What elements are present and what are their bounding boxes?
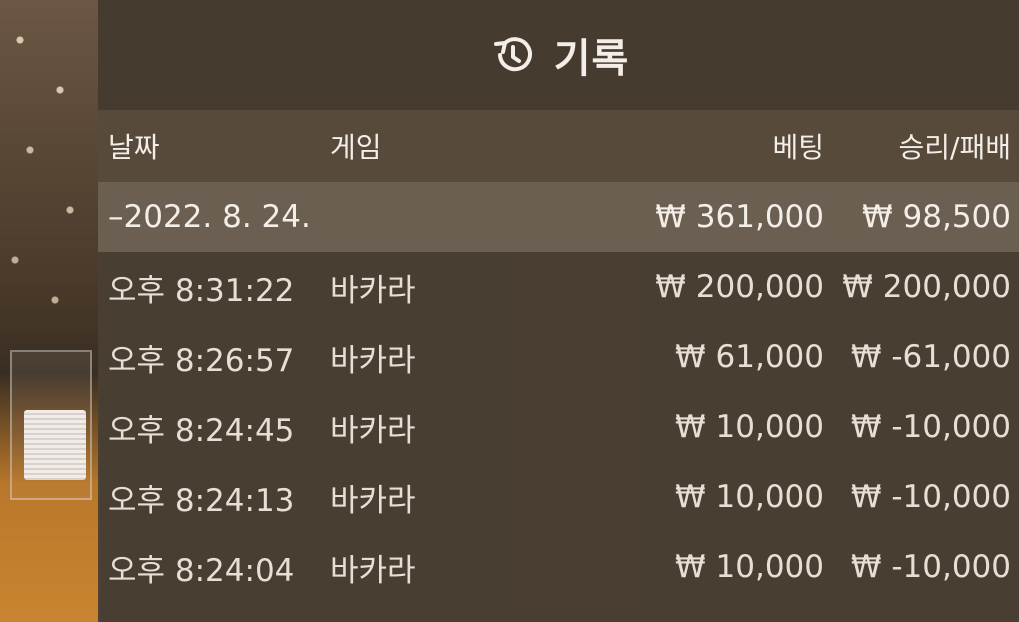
row-game: 바카라 (330, 412, 416, 449)
date-group-row[interactable]: –2022. 8. 24. ₩ 361,000 ₩ 98,500 (98, 182, 1019, 252)
row-result: ₩ -10,000 (850, 549, 1011, 585)
row-bet: ₩ 10,000 (675, 409, 824, 445)
row-game: 바카라 (330, 552, 416, 589)
table-row[interactable]: 오후 8:26:57 바카라 ₩ 61,000 ₩ -61,000 (98, 322, 1019, 392)
row-result: ₩ -61,000 (850, 339, 1011, 375)
row-bet: ₩ 10,000 (675, 549, 824, 585)
page-title: 기록 (553, 36, 630, 82)
table-row[interactable]: 오후 8:24:13 바카라 ₩ 10,000 ₩ -10,000 (98, 462, 1019, 532)
history-icon (488, 30, 538, 80)
row-time: 오후 8:24:13 (108, 482, 295, 519)
app-stage: 기록 날짜 게임 베팅 승리/패배 –2022. 8. 24. ₩ 361,00… (0, 0, 1019, 622)
table-row[interactable]: 오후 8:24:45 바카라 ₩ 10,000 ₩ -10,000 (98, 392, 1019, 462)
row-result: ₩ 200,000 (842, 269, 1011, 305)
history-header: 기록 (98, 0, 1019, 110)
row-result: ₩ -10,000 (850, 409, 1011, 445)
table-row[interactable]: 오후 8:24:04 바카라 ₩ 10,000 ₩ -10,000 (98, 532, 1019, 602)
column-bet: 베팅 (772, 131, 824, 164)
date-group-result-total: ₩ 98,500 (862, 199, 1011, 235)
row-bet: ₩ 200,000 (655, 269, 824, 305)
row-game: 바카라 (330, 482, 416, 519)
row-result: ₩ -10,000 (850, 479, 1011, 515)
card-stack-image (24, 410, 86, 480)
table-row[interactable]: 오후 8:31:22 바카라 ₩ 200,000 ₩ 200,000 (98, 252, 1019, 322)
row-time: 오후 8:24:45 (108, 412, 295, 449)
row-time: 오후 8:31:22 (108, 272, 295, 309)
row-time: 오후 8:26:57 (108, 342, 295, 379)
row-bet: ₩ 10,000 (675, 479, 824, 515)
row-game: 바카라 (330, 342, 416, 379)
history-panel: 기록 날짜 게임 베팅 승리/패배 –2022. 8. 24. ₩ 361,00… (98, 0, 1019, 622)
row-bet: ₩ 61,000 (675, 339, 824, 375)
casino-backdrop (0, 0, 100, 622)
column-date: 날짜 (108, 131, 160, 164)
column-header-row: 날짜 게임 베팅 승리/패배 (98, 110, 1019, 182)
column-result: 승리/패배 (898, 131, 1011, 164)
partially-visible-row (98, 602, 1019, 622)
row-game: 바카라 (330, 272, 416, 309)
date-group-label: –2022. 8. 24. (108, 199, 311, 235)
column-game: 게임 (330, 131, 382, 164)
date-group-bet-total: ₩ 361,000 (655, 199, 824, 235)
row-time: 오후 8:24:04 (108, 552, 295, 589)
